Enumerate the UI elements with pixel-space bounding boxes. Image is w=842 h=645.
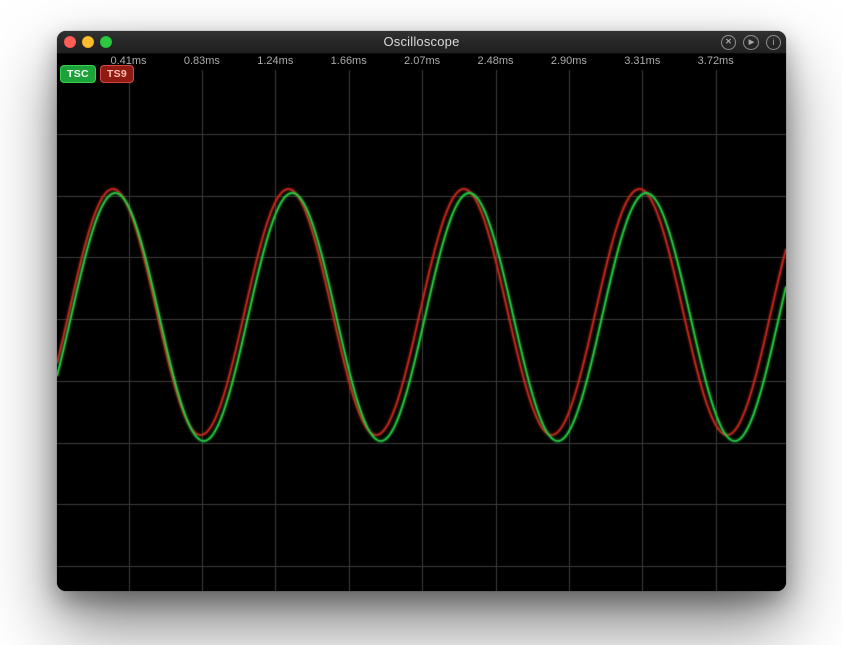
channel-badge-tsc[interactable]: TSC xyxy=(60,65,96,83)
window-title: Oscilloscope xyxy=(383,31,459,53)
close-button[interactable] xyxy=(64,36,76,48)
oscilloscope-window: Oscilloscope ✕ ▶ i 0.41ms0.83ms1.24ms1.66m… xyxy=(57,31,786,591)
close-circle-icon[interactable]: ✕ xyxy=(721,35,736,50)
traffic-lights xyxy=(64,31,112,53)
zoom-button[interactable] xyxy=(100,36,112,48)
channel-badge-ts9[interactable]: TS9 xyxy=(100,65,134,83)
play-circle-icon[interactable]: ▶ xyxy=(743,35,759,50)
titlebar-actions: ✕ ▶ i xyxy=(721,31,781,53)
channel-badges: TSCTS9 xyxy=(60,65,134,83)
scope-area: 0.41ms0.83ms1.24ms1.66ms2.07ms2.48ms2.90… xyxy=(57,54,786,591)
minimize-button[interactable] xyxy=(82,36,94,48)
scope-display xyxy=(57,54,786,591)
info-circle-icon[interactable]: i xyxy=(766,35,781,50)
titlebar[interactable]: Oscilloscope ✕ ▶ i xyxy=(57,31,786,54)
